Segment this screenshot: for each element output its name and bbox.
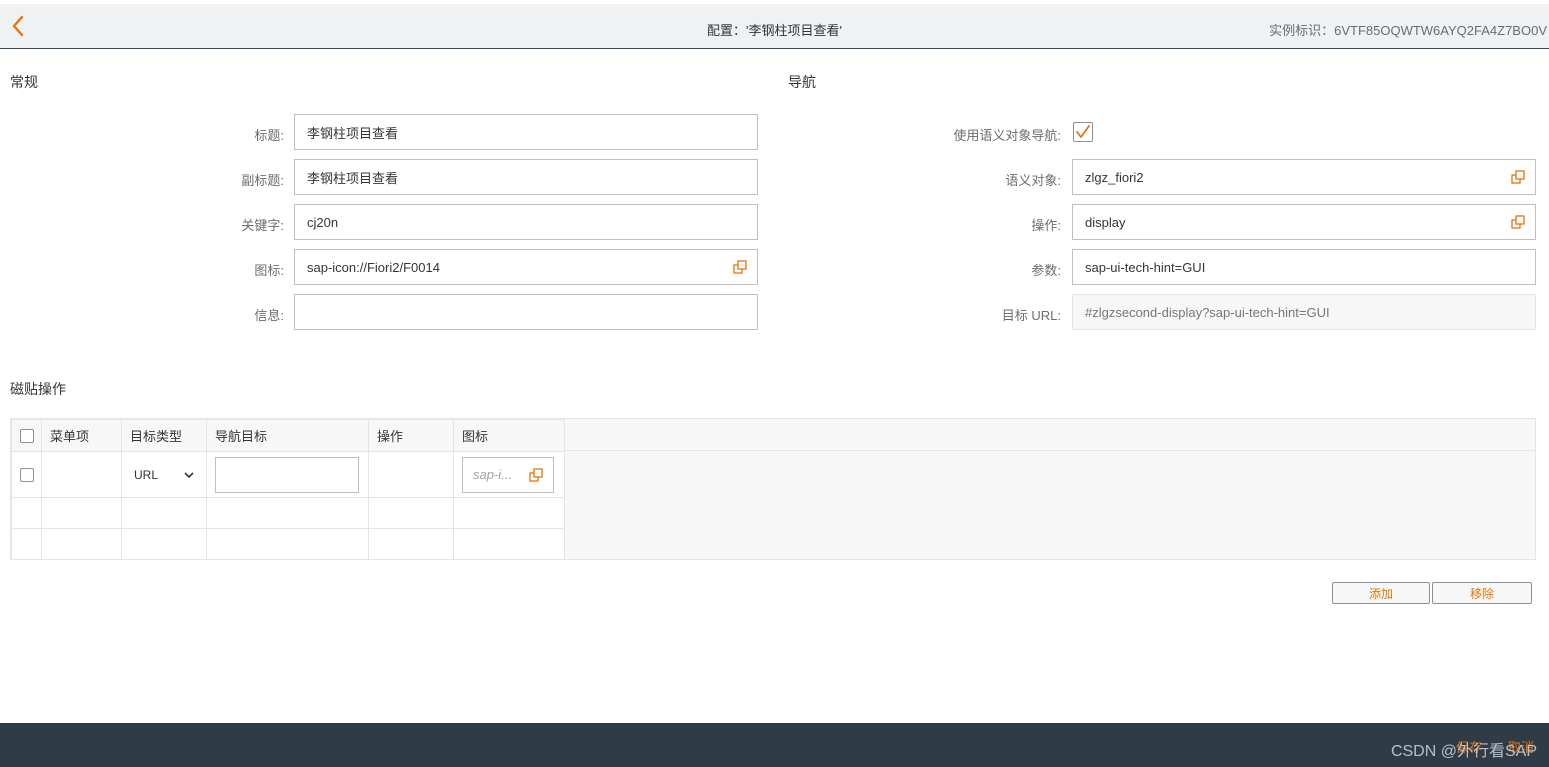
watermark: CSDN @外行看SAP — [1390, 743, 1537, 760]
instance-id: 实例标识：6VTF85OQWTW6AYQ2FA4Z7BO0V — [1269, 23, 1547, 38]
value-help-icon[interactable] — [733, 260, 747, 274]
column-header-target-type: 目标类型 — [121, 419, 207, 452]
add-button[interactable]: 添加 — [1332, 582, 1430, 604]
action-label: 操作: — [1031, 218, 1061, 233]
target-type-value: URL — [134, 467, 159, 482]
target-url-field: #zlgzsecond-display?sap-ui-tech-hint=GUI — [1072, 294, 1536, 330]
select-all-checkbox[interactable] — [19, 428, 34, 443]
semantic-nav-label: 使用语义对象导航: — [953, 128, 1061, 143]
table-row — [11, 497, 565, 529]
column-header-action: 操作 — [368, 419, 454, 452]
table-row — [11, 528, 565, 560]
value-help-icon[interactable] — [1511, 215, 1525, 229]
params-input[interactable]: sap-ui-tech-hint=GUI — [1072, 249, 1536, 285]
subtitle-value: 李钢柱项目查看 — [307, 170, 399, 186]
title-input[interactable]: 李钢柱项目查看 — [294, 114, 758, 150]
params-value: sap-ui-tech-hint=GUI — [1085, 259, 1206, 275]
title-label: 标题: — [254, 128, 284, 143]
info-input[interactable] — [294, 294, 758, 330]
column-header-icon: 图标 — [453, 419, 565, 452]
params-label: 参数: — [1031, 263, 1061, 278]
title-value: 李钢柱项目查看 — [307, 125, 399, 141]
value-help-icon[interactable] — [529, 467, 543, 482]
action-cell[interactable] — [368, 451, 454, 498]
table-row: URL sap-i... — [11, 451, 565, 498]
icon-input[interactable]: sap-icon://Fiori2/F0014 — [294, 249, 758, 285]
table-header-filler — [564, 419, 1535, 451]
menu-item-cell[interactable] — [41, 451, 122, 498]
keywords-label: 关键字: — [241, 218, 284, 233]
action-input[interactable]: display — [1072, 204, 1536, 240]
row-icon-input[interactable]: sap-i... — [462, 456, 554, 493]
target-url-label: 目标 URL: — [1001, 308, 1061, 323]
tile-actions-section-title: 磁贴操作 — [10, 381, 66, 397]
table-header-row: 菜单项 目标类型 导航目标 操作 图标 — [11, 419, 565, 452]
checkmark-icon — [1076, 125, 1090, 138]
navigation-section-title: 导航 — [788, 74, 816, 90]
subtitle-label: 副标题: — [241, 173, 284, 188]
general-section-title: 常规 — [10, 74, 38, 90]
semantic-object-input[interactable]: zlgz_fiori2 — [1072, 159, 1536, 195]
info-label: 信息: — [254, 308, 284, 323]
column-header-menu-item: 菜单项 — [41, 419, 122, 452]
shell-header: 配置：'李钢柱项目查看' 实例标识：6VTF85OQWTW6AYQ2FA4Z7B… — [0, 0, 1549, 49]
footer-bar: 保存 取消 CSDN @外行看SAP — [0, 723, 1549, 767]
semantic-nav-checkbox[interactable] — [1073, 122, 1093, 142]
subtitle-input[interactable]: 李钢柱项目查看 — [294, 159, 758, 195]
target-type-select[interactable]: URL — [122, 468, 206, 482]
keywords-input[interactable]: cj20n — [294, 204, 758, 240]
row-icon-placeholder: sap-i... — [473, 467, 513, 482]
semantic-object-value: zlgz_fiori2 — [1085, 169, 1144, 185]
semantic-object-label: 语义对象: — [1005, 173, 1061, 188]
column-header-nav-target: 导航目标 — [206, 419, 369, 452]
remove-button[interactable]: 移除 — [1432, 582, 1532, 604]
value-help-icon[interactable] — [1511, 170, 1525, 184]
chevron-down-icon — [184, 471, 194, 478]
nav-target-input[interactable] — [215, 456, 359, 493]
tile-actions-table: 菜单项 目标类型 导航目标 操作 图标 URL sap-i... — [10, 418, 1536, 560]
target-url-value: #zlgzsecond-display?sap-ui-tech-hint=GUI — [1085, 304, 1330, 320]
row-checkbox[interactable] — [19, 467, 34, 482]
action-value: display — [1085, 214, 1126, 230]
icon-label: 图标: — [254, 263, 284, 278]
keywords-value: cj20n — [307, 214, 339, 230]
icon-value: sap-icon://Fiori2/F0014 — [307, 259, 440, 275]
